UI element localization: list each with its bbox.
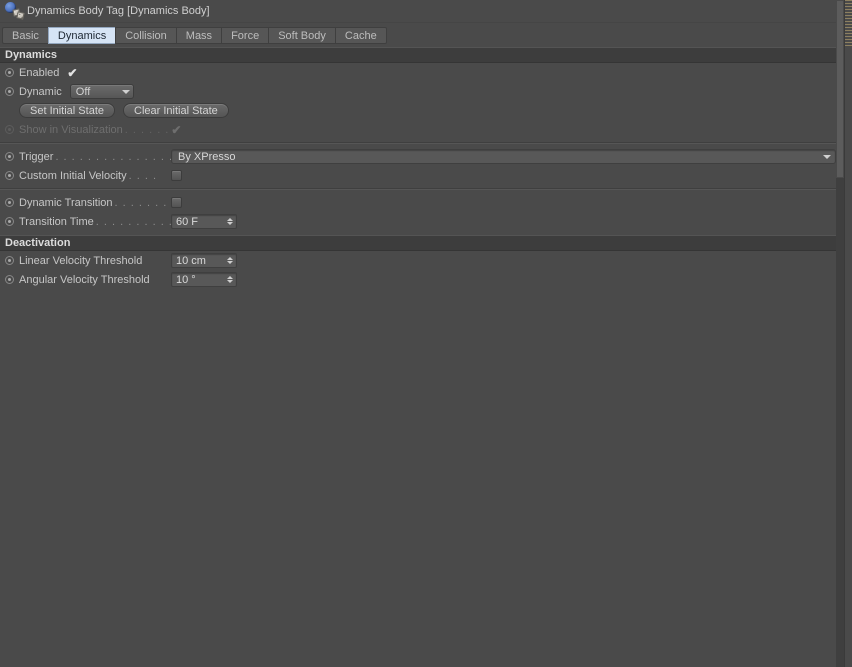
animation-dot-transition-time[interactable] bbox=[5, 217, 14, 226]
leader-custom-initial-velocity: . . . . bbox=[128, 169, 158, 182]
tab-strip: Basic Dynamics Collision Mass Force Soft… bbox=[0, 27, 852, 45]
checkbox-dynamic-transition[interactable] bbox=[171, 197, 182, 208]
divider-1 bbox=[0, 142, 836, 144]
animation-dot-dynamic[interactable] bbox=[5, 87, 14, 96]
group-header-dynamics: Dynamics bbox=[0, 47, 836, 63]
checkbox-enabled[interactable]: ✔ bbox=[67, 67, 77, 79]
vertical-scrollbar-thumb[interactable] bbox=[836, 0, 844, 178]
input-transition-time-value: 60 F bbox=[176, 215, 199, 228]
window-title: Dynamics Body Tag [Dynamics Body] bbox=[27, 5, 210, 17]
stepper-linear-velocity-threshold[interactable] bbox=[226, 255, 233, 266]
dropdown-trigger-value: By XPresso bbox=[178, 150, 236, 163]
leader-transition-time: . . . . . . . . . . . bbox=[95, 215, 171, 228]
row-angular-velocity-threshold: Angular Velocity Threshold 10 ° bbox=[0, 270, 836, 289]
row-enabled: Enabled ✔ bbox=[0, 63, 836, 82]
row-transition-time: Transition Time . . . . . . . . . . . 60… bbox=[0, 212, 836, 231]
tab-mass[interactable]: Mass bbox=[175, 27, 222, 44]
label-transition-time: Transition Time bbox=[19, 215, 94, 228]
dropdown-dynamic-value: Off bbox=[75, 85, 91, 98]
edge-marker bbox=[845, 0, 852, 46]
label-dynamic: Dynamic bbox=[19, 85, 62, 98]
divider-2 bbox=[0, 188, 836, 190]
tab-dynamics[interactable]: Dynamics bbox=[47, 27, 116, 44]
group-header-deactivation: Deactivation bbox=[0, 235, 836, 251]
leader-dynamic-transition: . . . . . . . bbox=[114, 196, 168, 209]
labelcol-dynamic-transition: Dynamic Transition . . . . . . . bbox=[19, 197, 171, 209]
dropdown-dynamic[interactable]: Off bbox=[69, 84, 134, 99]
chevron-down-icon bbox=[121, 89, 130, 94]
animation-dot-linear-velocity-threshold[interactable] bbox=[5, 256, 14, 265]
label-dynamic-transition: Dynamic Transition bbox=[19, 196, 113, 209]
label-angular-velocity-threshold: Angular Velocity Threshold bbox=[19, 273, 150, 286]
row-initial-state-buttons: Set Initial State Clear Initial State bbox=[0, 101, 836, 120]
labelcol-angular-velocity-threshold: Angular Velocity Threshold bbox=[19, 274, 171, 286]
row-show-in-visualization: Show in Visualization . . . . . . ✔ bbox=[0, 120, 836, 139]
vertical-scrollbar[interactable] bbox=[836, 0, 844, 667]
animation-dot-show-in-visualization bbox=[5, 125, 14, 134]
input-linear-velocity-threshold-value: 10 cm bbox=[176, 254, 206, 267]
label-linear-velocity-threshold: Linear Velocity Threshold bbox=[19, 254, 143, 267]
dynamics-body-tag-window: Dynamics Body Tag [Dynamics Body] Basic … bbox=[0, 0, 852, 667]
tab-soft-body[interactable]: Soft Body bbox=[268, 27, 335, 44]
label-custom-initial-velocity: Custom Initial Velocity bbox=[19, 169, 127, 182]
label-enabled: Enabled bbox=[19, 66, 60, 79]
checkbox-show-in-visualization: ✔ bbox=[171, 122, 182, 137]
animation-dot-custom-initial-velocity[interactable] bbox=[5, 171, 14, 180]
clear-initial-state-button[interactable]: Clear Initial State bbox=[123, 103, 229, 118]
animation-dot-angular-velocity-threshold[interactable] bbox=[5, 275, 14, 284]
tab-collision[interactable]: Collision bbox=[115, 27, 176, 44]
row-linear-velocity-threshold: Linear Velocity Threshold 10 cm bbox=[0, 251, 836, 270]
window-edge-strip bbox=[844, 0, 852, 667]
row-trigger: Trigger . . . . . . . . . . . . . . . By… bbox=[0, 147, 836, 166]
input-angular-velocity-threshold[interactable]: 10 ° bbox=[171, 272, 237, 287]
checkbox-custom-initial-velocity[interactable] bbox=[171, 170, 182, 181]
tab-force[interactable]: Force bbox=[221, 27, 269, 44]
animation-dot-dynamic-transition[interactable] bbox=[5, 198, 14, 207]
animation-dot-enabled[interactable] bbox=[5, 68, 14, 77]
dropdown-trigger[interactable]: By XPresso bbox=[171, 149, 836, 164]
stepper-transition-time[interactable] bbox=[226, 216, 233, 227]
row-dynamic-transition: Dynamic Transition . . . . . . . bbox=[0, 193, 836, 212]
labelcol-trigger: Trigger . . . . . . . . . . . . . . . bbox=[19, 151, 171, 163]
input-transition-time[interactable]: 60 F bbox=[171, 214, 237, 229]
window-titlebar: Dynamics Body Tag [Dynamics Body] bbox=[0, 0, 852, 23]
row-dynamic: Dynamic Off bbox=[0, 82, 836, 101]
chevron-down-icon-trigger bbox=[823, 154, 831, 159]
input-angular-velocity-threshold-value: 10 ° bbox=[176, 273, 196, 286]
labelcol-custom-initial-velocity: Custom Initial Velocity . . . . bbox=[19, 170, 171, 182]
leader-show-in-visualization: . . . . . . bbox=[124, 123, 170, 136]
input-linear-velocity-threshold[interactable]: 10 cm bbox=[171, 253, 237, 268]
tab-basic[interactable]: Basic bbox=[2, 27, 48, 44]
stepper-angular-velocity-threshold[interactable] bbox=[226, 274, 233, 285]
tab-cache[interactable]: Cache bbox=[334, 27, 387, 44]
label-show-in-visualization: Show in Visualization bbox=[19, 123, 123, 136]
label-trigger: Trigger bbox=[19, 150, 54, 163]
dynamics-body-tag-icon bbox=[4, 2, 25, 20]
leader-trigger: . . . . . . . . . . . . . . . bbox=[55, 150, 171, 163]
animation-dot-trigger[interactable] bbox=[5, 152, 14, 161]
set-initial-state-button[interactable]: Set Initial State bbox=[19, 103, 115, 118]
labelcol-transition-time: Transition Time . . . . . . . . . . . bbox=[19, 216, 171, 228]
labelcol-linear-velocity-threshold: Linear Velocity Threshold bbox=[19, 255, 171, 267]
properties-content: Dynamics Enabled ✔ Dynamic Off Set Initi… bbox=[0, 47, 836, 667]
row-custom-initial-velocity: Custom Initial Velocity . . . . bbox=[0, 166, 836, 185]
